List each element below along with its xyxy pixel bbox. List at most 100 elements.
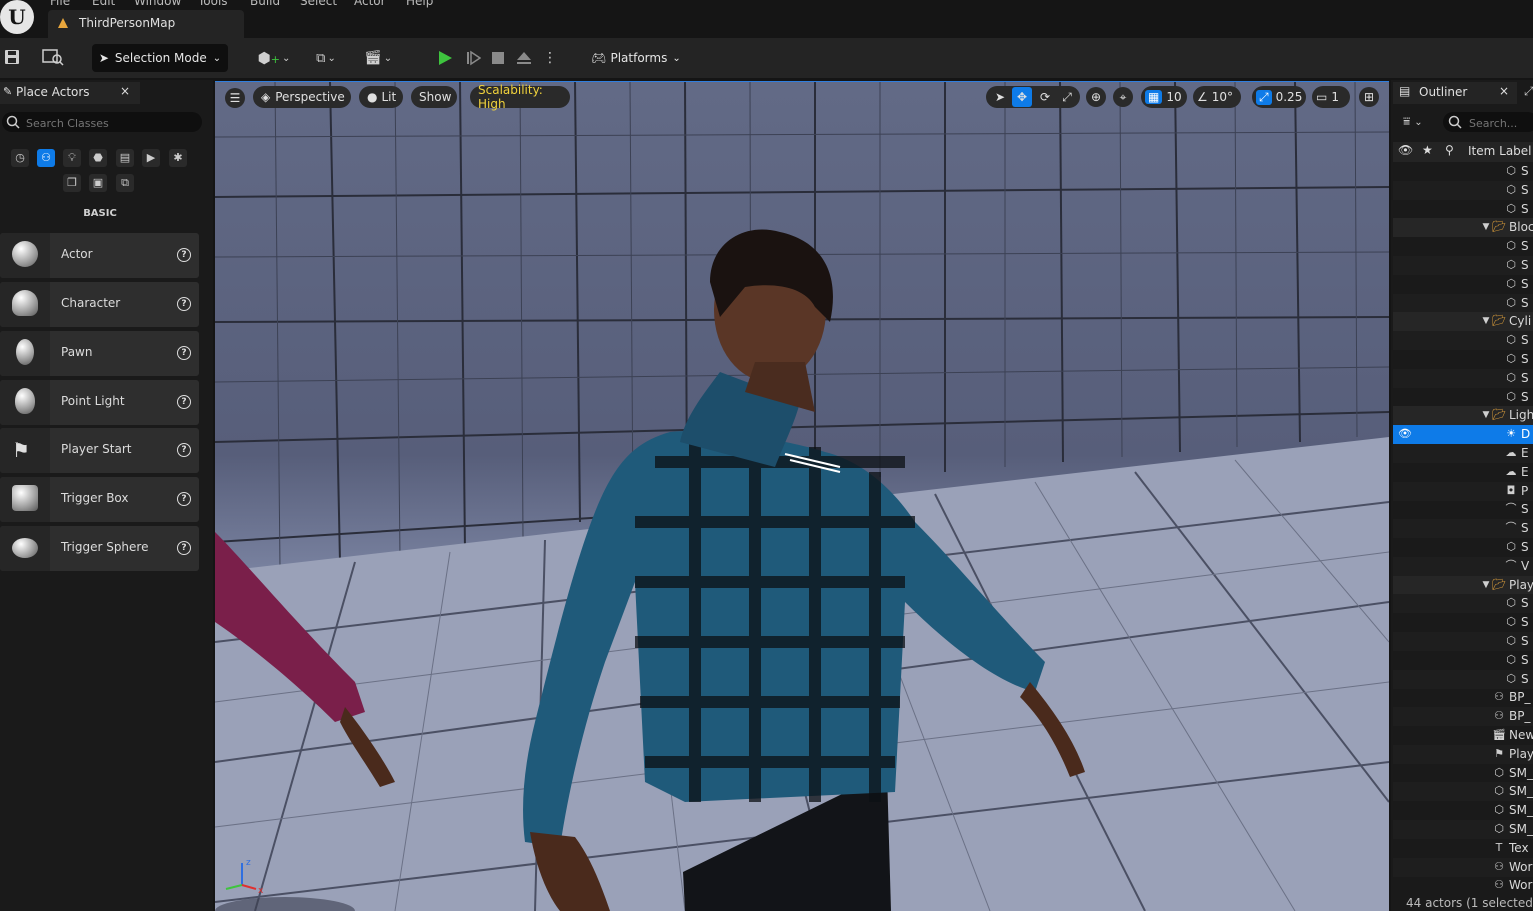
outliner-folder-row[interactable]: ▼ 📂︎ Ligh xyxy=(1393,406,1533,426)
show-button[interactable]: Show xyxy=(411,86,457,108)
visibility-column-icon[interactable]: 👁︎ xyxy=(1398,143,1413,157)
recent-icon[interactable]: ◷ xyxy=(11,149,29,167)
outliner-row[interactable]: ⬡ S xyxy=(1393,237,1533,256)
scalability-button[interactable]: Scalability: High xyxy=(470,83,570,111)
platforms-dropdown[interactable]: 🎮︎ Platforms ⌄ xyxy=(588,44,684,72)
menu-window[interactable]: Window xyxy=(134,0,181,8)
outliner-folder-row[interactable]: ▼ 📂︎ Play xyxy=(1393,575,1533,595)
outliner-row[interactable]: ⬡ S xyxy=(1393,162,1533,181)
menu-build[interactable]: Build xyxy=(250,0,280,8)
help-icon[interactable]: ? xyxy=(177,248,191,262)
eject-button[interactable] xyxy=(514,46,534,70)
shapes-category-icon[interactable]: ⬣ xyxy=(89,149,107,167)
expand-arrow-icon[interactable]: ▼ xyxy=(1479,408,1493,422)
menu-select[interactable]: Select xyxy=(300,0,337,8)
outliner-row[interactable]: ⬡ S xyxy=(1393,594,1533,614)
outliner-row[interactable]: ⚇ BP_ xyxy=(1393,707,1533,727)
level-tab[interactable]: ThirdPersonMap xyxy=(48,10,244,38)
geometry-category-icon[interactable]: ✱ xyxy=(169,149,187,167)
expand-arrow-icon[interactable]: ▼ xyxy=(1479,314,1493,328)
outliner-row[interactable]: 👁︎ ☀ D xyxy=(1393,425,1533,445)
actor-item-character[interactable]: Character ? xyxy=(0,282,199,327)
outliner-row[interactable]: ☁ E xyxy=(1393,463,1533,482)
place-actors-tab[interactable]: ✎ Place Actors × xyxy=(0,82,140,104)
outliner-row[interactable]: ⬡ S xyxy=(1393,368,1533,388)
expand-arrow-icon[interactable]: ▼ xyxy=(1479,220,1493,234)
close-icon[interactable]: × xyxy=(1499,84,1509,98)
camera-speed-button[interactable]: ▭ 1 xyxy=(1312,86,1350,108)
viewport-menu-icon[interactable]: ☰ xyxy=(225,88,245,108)
outliner-row[interactable]: ⚇ Wor xyxy=(1393,876,1533,895)
content-browser-icon[interactable] xyxy=(40,46,66,68)
menu-tools[interactable]: Tools xyxy=(198,0,228,8)
visual-effects-category-icon[interactable]: ▶ xyxy=(142,149,160,167)
favorite-column-icon[interactable]: ★ xyxy=(1422,143,1433,157)
outliner-row[interactable]: ⬡ S xyxy=(1393,388,1533,407)
pin-column-icon[interactable]: ⚲ xyxy=(1445,143,1454,157)
outliner-row[interactable]: ⌒ S xyxy=(1393,519,1533,539)
cinematics-button[interactable]: 🎬︎ ⌄ xyxy=(360,46,396,70)
grid-snap-button[interactable]: ▦ 10 xyxy=(1141,86,1187,108)
outliner-folder-row[interactable]: ▼ 📂︎ Bloc xyxy=(1393,218,1533,238)
viewport-layout-icon[interactable]: ⊞ xyxy=(1359,87,1379,107)
help-icon[interactable]: ? xyxy=(177,395,191,409)
play-button[interactable] xyxy=(434,46,456,70)
selection-mode-dropdown[interactable]: ➤ Selection Mode ⌄ xyxy=(92,44,228,72)
rotate-tool-icon[interactable]: ⟳ xyxy=(1035,87,1055,107)
outliner-row[interactable]: ⚇ Wor xyxy=(1393,857,1533,877)
add-actor-button[interactable]: ⬢+ ⌄ xyxy=(256,46,292,70)
translate-tool-icon[interactable]: ✥ xyxy=(1012,87,1032,107)
all-classes-category-icon[interactable]: ▣ xyxy=(89,174,107,192)
item-label-column[interactable]: Item Label xyxy=(1468,144,1532,158)
unreal-logo-icon[interactable]: U xyxy=(0,0,34,34)
outliner-row[interactable]: ⬡ S xyxy=(1393,538,1533,557)
blueprint-button[interactable]: ⧉ ⌄ xyxy=(308,46,344,70)
outliner-row[interactable]: ⚑ Play xyxy=(1393,744,1533,764)
actor-item-point-light[interactable]: Point Light ? xyxy=(0,380,199,425)
search-classes-field[interactable] xyxy=(2,112,202,132)
stop-button[interactable] xyxy=(488,46,508,70)
menu-file[interactable]: File xyxy=(50,0,70,8)
outliner-row[interactable]: ⬡ S xyxy=(1393,350,1533,369)
pin-tab-icon[interactable]: ⤢ xyxy=(1524,84,1533,99)
actor-item-trigger-box[interactable]: Trigger Box ? xyxy=(0,477,199,522)
actor-item-actor[interactable]: Actor ? xyxy=(0,233,199,278)
outliner-row[interactable]: ⬡ S xyxy=(1393,275,1533,294)
menu-help[interactable]: Help xyxy=(406,0,433,8)
scale-tool-icon[interactable]: ⤢ xyxy=(1057,87,1077,107)
advance-frame-button[interactable] xyxy=(462,46,484,70)
outliner-row[interactable]: ⬡ S xyxy=(1393,669,1533,689)
shapes-extra-category-icon[interactable]: ⧉ xyxy=(116,174,134,192)
outliner-row[interactable]: ◘ P xyxy=(1393,481,1533,501)
outliner-row[interactable]: ⬡ S xyxy=(1393,180,1533,200)
outliner-row[interactable]: ⌒ S xyxy=(1393,500,1533,519)
expand-arrow-icon[interactable]: ▼ xyxy=(1479,578,1493,592)
outliner-row[interactable]: ⌒ V xyxy=(1393,556,1533,576)
scale-snap-button[interactable]: ⤢ 0.25 xyxy=(1252,86,1306,108)
actor-item-player-start[interactable]: ⚑ Player Start ? xyxy=(0,428,199,473)
cinematic-category-icon[interactable]: ▤ xyxy=(116,149,134,167)
play-options-icon[interactable]: ⋮ xyxy=(542,46,558,70)
help-icon[interactable]: ? xyxy=(177,297,191,311)
rotation-snap-button[interactable]: ∠ 10° xyxy=(1193,86,1241,108)
surface-snap-icon[interactable]: ⌖ xyxy=(1113,87,1133,107)
help-icon[interactable]: ? xyxy=(177,443,191,457)
outliner-row[interactable]: ⬡ S xyxy=(1393,293,1533,313)
outliner-row[interactable]: ⬡ S xyxy=(1393,256,1533,275)
level-viewport[interactable] xyxy=(215,82,1389,911)
outliner-row[interactable]: T Tex xyxy=(1393,839,1533,858)
basic-category-icon[interactable]: ⚇ xyxy=(37,149,55,167)
help-icon[interactable]: ? xyxy=(177,346,191,360)
lights-category-icon[interactable]: 💡︎ xyxy=(63,149,81,167)
close-icon[interactable]: × xyxy=(120,84,130,98)
menu-edit[interactable]: Edit xyxy=(92,0,115,8)
outliner-search-input[interactable] xyxy=(1467,114,1533,132)
outliner-row[interactable]: ⬡ S xyxy=(1393,632,1533,651)
search-classes-input[interactable] xyxy=(24,114,198,132)
actor-item-pawn[interactable]: Pawn ? xyxy=(0,331,199,376)
select-tool-icon[interactable]: ➤ xyxy=(990,87,1010,107)
outliner-row[interactable]: ⬡ S xyxy=(1393,613,1533,632)
outliner-row[interactable]: ⬡ SM_ xyxy=(1393,820,1533,839)
help-icon[interactable]: ? xyxy=(177,492,191,506)
save-icon[interactable] xyxy=(2,46,22,68)
